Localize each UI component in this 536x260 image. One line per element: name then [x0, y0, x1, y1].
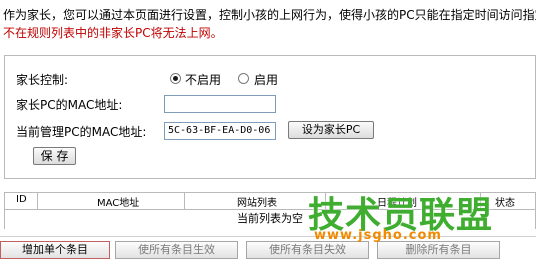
intro-text: 作为家长，您可以通过本页面进行设置，控制小孩的上网行为，使得小孩的PC只能在指定… [3, 8, 536, 22]
parent-mac-input[interactable] [164, 95, 276, 113]
radio-enable-label: 启用 [254, 73, 279, 87]
action-bar: 增加单个条目 使所有条目生效 使所有条目失效 删除所有条目 [0, 236, 536, 260]
radio-enable[interactable] [238, 73, 249, 84]
parent-mac-label: 家长PC的MAC地址: [16, 98, 123, 112]
delete-all-button[interactable]: 删除所有条目 [377, 241, 500, 259]
radio-disable-label: 不启用 [185, 73, 222, 87]
column-websites: 网站列表 [237, 198, 277, 209]
set-parent-pc-button[interactable]: 设为家长PC [288, 121, 374, 139]
enable-all-button[interactable]: 使所有条目生效 [115, 241, 238, 259]
disable-all-button[interactable]: 使所有条目失效 [246, 241, 369, 259]
parental-control-label: 家长控制: [16, 73, 69, 87]
current-mac-input[interactable]: 5C-63-BF-EA-D0-06 [164, 122, 276, 140]
save-button[interactable]: 保 存 [33, 147, 76, 165]
settings-panel: 家长控制: 不启用 启用 家长PC的MAC地址: 当前管理PC的MAC地址: 5… [4, 55, 536, 179]
watermark-url: www.jsgho.com [314, 228, 442, 243]
current-mac-label: 当前管理PC的MAC地址: [16, 125, 147, 139]
column-mac: MAC地址 [97, 198, 140, 209]
intro-warning: 不在规则列表中的非家长PC将无法上网。 [3, 26, 223, 40]
radio-disable[interactable] [170, 73, 181, 84]
add-entry-button[interactable]: 增加单个条目 [0, 241, 110, 259]
column-id: ID [16, 194, 27, 205]
column-status: 状态 [495, 198, 515, 209]
